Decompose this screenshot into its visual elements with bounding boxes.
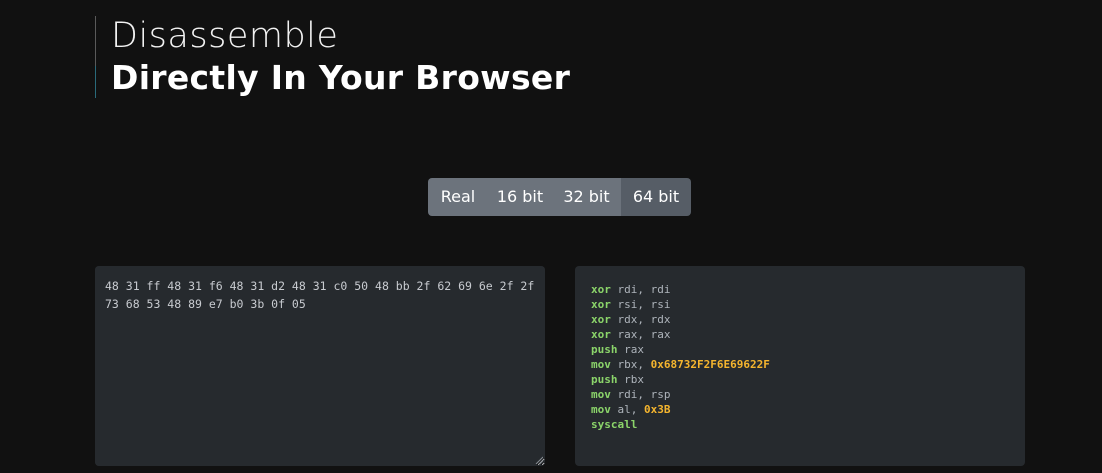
asm-line: xor rdx, rdx <box>591 312 770 327</box>
asm-line: xor rsi, rsi <box>591 297 770 312</box>
asm-opcode: mov <box>591 358 611 371</box>
asm-operands: rdx, rdx <box>610 313 671 326</box>
asm-operands: al, <box>610 403 644 416</box>
asm-opcode: push <box>591 373 618 386</box>
asm-opcode: mov <box>591 388 611 401</box>
mode-button-16-bit[interactable]: 16 bit <box>488 178 552 216</box>
asm-operands: rdi, rsp <box>610 388 671 401</box>
hex-input-panel <box>95 266 545 466</box>
asm-line: push rbx <box>591 372 770 387</box>
asm-line: xor rax, rax <box>591 327 770 342</box>
asm-line: mov rdi, rsp <box>591 387 770 402</box>
asm-opcode: syscall <box>591 418 638 431</box>
asm-opcode: mov <box>591 403 611 416</box>
architecture-mode-selector: Real 16 bit 32 bit 64 bit <box>428 178 691 216</box>
asm-operands: rax <box>617 343 644 356</box>
heading-title-light: Disassemble <box>111 16 339 56</box>
asm-immediate: 0x68732F2F6E69622F <box>650 358 770 371</box>
asm-opcode: xor <box>591 313 611 326</box>
asm-operands: rbx, <box>610 358 651 371</box>
hex-input-field[interactable] <box>95 266 545 466</box>
asm-operands: rax, rax <box>610 328 671 341</box>
mode-button-real[interactable]: Real <box>428 178 488 216</box>
asm-immediate: 0x3B <box>644 403 671 416</box>
heading-accent-bar <box>95 66 96 98</box>
disassembly-output-panel: xor rdi, rdi xor rsi, rsi xor rdx, rdx xor … <box>575 266 1025 466</box>
asm-opcode: xor <box>591 283 611 296</box>
asm-opcode: push <box>591 343 618 356</box>
asm-line: mov al, 0x3B <box>591 402 770 417</box>
asm-operands: rsi, rsi <box>610 298 671 311</box>
disassembly-listing: xor rdi, rdi xor rsi, rsi xor rdx, rdx xor … <box>591 282 770 432</box>
mode-button-64-bit[interactable]: 64 bit <box>621 178 691 216</box>
heading-title-bold: Directly In Your Browser <box>111 58 571 97</box>
mode-button-32-bit[interactable]: 32 bit <box>552 178 621 216</box>
page-heading: Disassemble Directly In Your Browser <box>95 16 570 98</box>
asm-line: push rax <box>591 342 770 357</box>
asm-line: mov rbx, 0x68732F2F6E69622F <box>591 357 770 372</box>
asm-line: syscall <box>591 417 770 432</box>
asm-line: xor rdi, rdi <box>591 282 770 297</box>
asm-opcode: xor <box>591 328 611 341</box>
asm-operands: rbx <box>617 373 644 386</box>
asm-operands: rdi, rdi <box>610 283 671 296</box>
asm-opcode: xor <box>591 298 611 311</box>
